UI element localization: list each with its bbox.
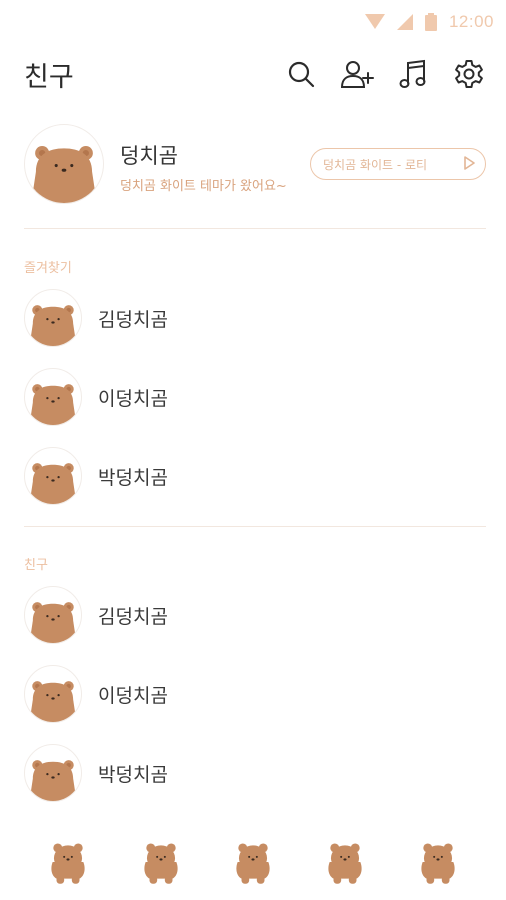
bear-avatar-icon	[29, 305, 77, 346]
header-actions	[282, 55, 488, 93]
favorite-item[interactable]: 김덩치곰	[24, 289, 168, 347]
avatar	[24, 368, 82, 426]
signal-icon	[396, 14, 413, 30]
nav-tab-chats[interactable]	[135, 834, 187, 890]
search-icon[interactable]	[282, 55, 320, 93]
status-bar: 12:00	[364, 8, 494, 36]
nav-tab-friends[interactable]	[42, 834, 94, 890]
friends-screen: 12:00 친구 덩치곰 덩치곰 화이트 테마가 왔어요~ 덩치곰 화이트 - …	[0, 0, 506, 900]
divider	[24, 228, 486, 229]
bear-tab-icon	[236, 843, 270, 884]
bear-avatar-icon	[29, 681, 77, 722]
battery-icon	[424, 13, 437, 31]
header: 친구	[24, 52, 488, 96]
friend-name: 이덩치곰	[98, 684, 168, 707]
bear-tab-icon	[143, 843, 178, 884]
friend-item[interactable]: 이덩치곰	[24, 665, 168, 723]
add-friend-icon[interactable]	[338, 55, 376, 93]
bottom-nav	[0, 832, 506, 892]
my-profile[interactable]: 덩치곰 덩치곰 화이트 테마가 왔어요~ 덩치곰 화이트 - 로티	[24, 124, 486, 204]
avatar	[24, 447, 82, 505]
bear-avatar-icon	[29, 760, 77, 801]
favorites-label: 즐겨찾기	[24, 261, 72, 276]
bear-avatar-icon	[29, 384, 77, 425]
page-title: 친구	[24, 61, 74, 93]
friends-label: 친구	[24, 558, 48, 573]
friend-name: 박덩치곰	[98, 466, 168, 489]
friend-item[interactable]: 박덩치곰	[24, 744, 168, 802]
settings-icon[interactable]	[450, 55, 488, 93]
avatar	[24, 586, 82, 644]
bear-avatar-icon	[29, 602, 77, 643]
friend-name: 김덩치곰	[98, 605, 168, 628]
friend-item[interactable]: 김덩치곰	[24, 586, 168, 644]
nav-tab-view[interactable]	[227, 834, 279, 890]
play-icon	[463, 155, 475, 174]
bear-tab-icon	[328, 843, 362, 884]
bear-tab-icon	[51, 843, 85, 884]
profile-music-button[interactable]: 덩치곰 화이트 - 로티	[310, 148, 486, 180]
avatar[interactable]	[24, 124, 104, 204]
bear-avatar-icon	[31, 146, 97, 203]
profile-name: 덩치곰	[120, 144, 178, 168]
avatar	[24, 665, 82, 723]
favorite-item[interactable]: 박덩치곰	[24, 447, 168, 505]
wifi-icon	[364, 14, 385, 30]
bear-tab-icon	[421, 843, 455, 884]
profile-status-message: 덩치곰 화이트 테마가 왔어요~	[120, 179, 287, 194]
bear-avatar-icon	[29, 463, 77, 504]
music-icon[interactable]	[394, 55, 432, 93]
friend-name: 김덩치곰	[98, 308, 168, 331]
favorite-item[interactable]: 이덩치곰	[24, 368, 168, 426]
nav-tab-more[interactable]	[412, 834, 464, 890]
status-time: 12:00	[448, 12, 494, 31]
divider	[24, 526, 486, 527]
friend-name: 이덩치곰	[98, 387, 168, 410]
profile-music-label: 덩치곰 화이트 - 로티	[323, 157, 428, 172]
friend-name: 박덩치곰	[98, 763, 168, 786]
avatar	[24, 289, 82, 347]
nav-tab-shopping[interactable]	[319, 834, 371, 890]
avatar	[24, 744, 82, 802]
